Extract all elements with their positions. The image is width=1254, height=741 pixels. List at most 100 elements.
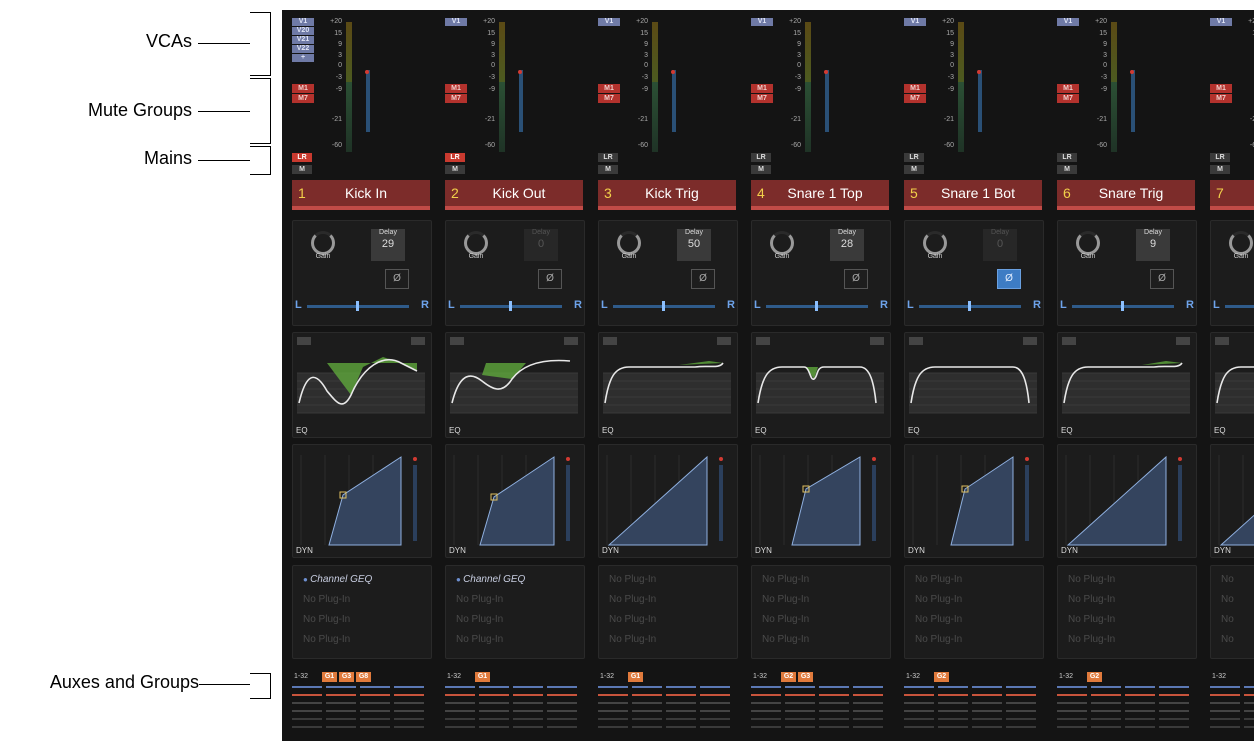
aux-send-bar[interactable]: [1159, 702, 1189, 704]
aux-send-bar[interactable]: [1159, 710, 1189, 712]
aux-send-bar[interactable]: [1244, 686, 1254, 688]
aux-send-bar[interactable]: [1006, 710, 1036, 712]
aux-send-bar[interactable]: [394, 702, 424, 704]
aux-send-bar[interactable]: [904, 702, 934, 704]
aux-send-bar[interactable]: [700, 726, 730, 728]
plugin-slot[interactable]: No: [1221, 594, 1234, 605]
group-assign-tag[interactable]: G3: [798, 672, 813, 682]
lr-mains-button[interactable]: LR: [1057, 153, 1077, 162]
aux-send-bar[interactable]: [547, 702, 577, 704]
pan-position-marker[interactable]: [662, 301, 665, 311]
aux-send-bar[interactable]: [938, 710, 968, 712]
gain-knob[interactable]: [617, 231, 641, 255]
aux-send-bar[interactable]: [785, 694, 815, 696]
aux-send-bar[interactable]: [394, 726, 424, 728]
eq-section[interactable]: EQ: [904, 332, 1044, 438]
aux-send-bar[interactable]: [513, 686, 543, 688]
aux-send-bar[interactable]: [751, 710, 781, 712]
mono-mains-button[interactable]: M: [445, 165, 465, 174]
aux-send-bar[interactable]: [326, 710, 356, 712]
aux-send-bar[interactable]: [938, 726, 968, 728]
pan-position-marker[interactable]: [815, 301, 818, 311]
dynamics-section[interactable]: DYN: [904, 444, 1044, 558]
aux-send-bar[interactable]: [1006, 726, 1036, 728]
aux-send-bar[interactable]: [445, 694, 475, 696]
aux-send-bar[interactable]: [326, 726, 356, 728]
vca-button[interactable]: V1: [292, 18, 314, 26]
aux-send-bar[interactable]: [1091, 718, 1121, 720]
eq-section[interactable]: EQ: [445, 332, 585, 438]
aux-range-label[interactable]: 1-32: [294, 673, 308, 680]
aux-send-bar[interactable]: [1057, 686, 1087, 688]
dynamics-section[interactable]: DYN: [598, 444, 738, 558]
plugin-slot[interactable]: No Plug-In: [915, 594, 962, 605]
aux-send-bar[interactable]: [479, 702, 509, 704]
aux-send-bar[interactable]: [1159, 694, 1189, 696]
aux-send-bar[interactable]: [292, 726, 322, 728]
plugin-slot[interactable]: No Plug-In: [1068, 634, 1115, 645]
aux-send-bar[interactable]: [938, 686, 968, 688]
aux-send-bar[interactable]: [1091, 686, 1121, 688]
aux-send-bar[interactable]: [1006, 718, 1036, 720]
aux-send-bar[interactable]: [292, 718, 322, 720]
aux-send-bar[interactable]: [904, 710, 934, 712]
aux-send-bar[interactable]: [1210, 686, 1240, 688]
aux-send-bar[interactable]: [1125, 710, 1155, 712]
aux-send-bar[interactable]: [904, 686, 934, 688]
vca-button[interactable]: V1: [751, 18, 773, 26]
phase-invert-button[interactable]: Ø: [691, 269, 715, 289]
lr-mains-button[interactable]: LR: [598, 153, 618, 162]
aux-send-bar[interactable]: [819, 694, 849, 696]
gain-knob[interactable]: [464, 231, 488, 255]
aux-send-bar[interactable]: [1210, 710, 1240, 712]
channel-name-button[interactable]: 5 Snare 1 Bot: [904, 180, 1042, 210]
mute-group-button[interactable]: M1: [751, 84, 773, 93]
aux-send-bar[interactable]: [445, 686, 475, 688]
mono-mains-button[interactable]: M: [598, 165, 618, 174]
aux-send-bar[interactable]: [1159, 726, 1189, 728]
aux-send-bar[interactable]: [598, 718, 628, 720]
delay-button[interactable]: Delay 28: [830, 229, 864, 261]
aux-send-bar[interactable]: [853, 702, 883, 704]
aux-send-bar[interactable]: [819, 710, 849, 712]
aux-send-bar[interactable]: [1091, 726, 1121, 728]
phase-invert-button[interactable]: Ø: [1150, 269, 1174, 289]
aux-send-bar[interactable]: [751, 718, 781, 720]
vca-button[interactable]: V1: [1057, 18, 1079, 26]
aux-send-bar[interactable]: [360, 702, 390, 704]
aux-send-bar[interactable]: [904, 726, 934, 728]
aux-send-bar[interactable]: [547, 694, 577, 696]
aux-send-bar[interactable]: [819, 726, 849, 728]
aux-send-bar[interactable]: [394, 686, 424, 688]
plugin-slot[interactable]: Channel GEQ: [456, 574, 525, 585]
aux-send-bar[interactable]: [785, 726, 815, 728]
aux-send-bar[interactable]: [1159, 718, 1189, 720]
aux-send-bar[interactable]: [360, 686, 390, 688]
aux-send-bar[interactable]: [1057, 718, 1087, 720]
aux-send-bar[interactable]: [972, 686, 1002, 688]
aux-send-bar[interactable]: [938, 702, 968, 704]
lr-mains-button[interactable]: LR: [292, 153, 312, 162]
vca-button[interactable]: V1: [1210, 18, 1232, 26]
plugin-slot[interactable]: No Plug-In: [915, 634, 962, 645]
mute-group-button[interactable]: M7: [445, 94, 467, 103]
aux-send-bar[interactable]: [479, 710, 509, 712]
group-assign-tag[interactable]: G1: [628, 672, 643, 682]
vca-button[interactable]: V1: [445, 18, 467, 26]
aux-send-bar[interactable]: [666, 686, 696, 688]
aux-send-bar[interactable]: [1244, 694, 1254, 696]
aux-send-bar[interactable]: [292, 702, 322, 704]
aux-send-bar[interactable]: [700, 686, 730, 688]
aux-send-bar[interactable]: [1125, 702, 1155, 704]
aux-send-bar[interactable]: [819, 686, 849, 688]
aux-send-bar[interactable]: [394, 710, 424, 712]
lr-mains-button[interactable]: LR: [1210, 153, 1230, 162]
aux-send-bar[interactable]: [632, 710, 662, 712]
eq-section[interactable]: EQ: [751, 332, 891, 438]
plugin-slot[interactable]: No Plug-In: [456, 634, 503, 645]
plugin-slot[interactable]: No Plug-In: [609, 574, 656, 585]
pan-position-marker[interactable]: [509, 301, 512, 311]
aux-send-bar[interactable]: [972, 710, 1002, 712]
channel-name-button[interactable]: 6 Snare Trig: [1057, 180, 1195, 210]
aux-send-bar[interactable]: [479, 726, 509, 728]
